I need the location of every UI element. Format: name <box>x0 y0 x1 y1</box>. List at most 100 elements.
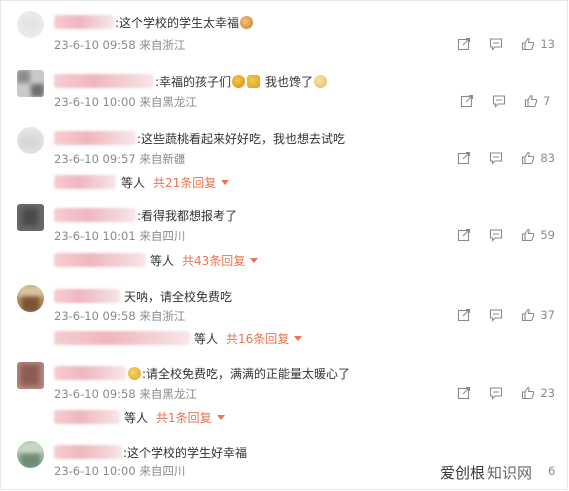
comment-icon[interactable] <box>489 37 503 51</box>
comment-line: 天呐，请全校免费吃 <box>54 287 232 305</box>
caret-down-icon[interactable] <box>216 414 225 420</box>
comment-line: :看得我都想报考了 <box>54 206 237 224</box>
avatar[interactable] <box>17 70 44 97</box>
comment-icon[interactable] <box>489 386 503 400</box>
like-count: 7 <box>543 94 551 108</box>
avatar[interactable] <box>17 285 44 312</box>
avatar[interactable] <box>17 204 44 231</box>
comment-line: :请全校免费吃，满满的正能量太暖心了 <box>54 364 350 382</box>
like-icon[interactable] <box>524 94 538 108</box>
expand-replies-link[interactable]: 共43条回复 <box>182 252 245 269</box>
share-icon[interactable] <box>460 94 474 108</box>
caret-down-icon[interactable] <box>294 335 303 341</box>
comment-time: 23-6-10 09:58 <box>54 387 136 401</box>
emoji-icon <box>232 74 246 88</box>
watermark: 爱创根 知识网 <box>440 460 532 484</box>
like-icon[interactable] <box>521 151 535 165</box>
like-icon[interactable] <box>521 228 535 242</box>
like-icon[interactable] <box>521 386 535 400</box>
comment-icon[interactable] <box>489 308 503 322</box>
comment-actions: 13 <box>439 37 555 51</box>
username-blurred[interactable] <box>54 74 154 88</box>
emoji-icon <box>128 366 141 380</box>
comment-meta: 23-6-10 09:58 来自浙江 <box>54 37 185 53</box>
username-blurred[interactable] <box>54 445 122 459</box>
reply-users-blurred[interactable] <box>54 410 120 424</box>
reply-summary: 等人 共16条回复 <box>54 328 303 348</box>
comment-icon[interactable] <box>489 151 503 165</box>
like-icon[interactable] <box>521 308 535 322</box>
comment-time: 23-6-10 10:01 <box>54 229 136 243</box>
comment-source: 来自四川 <box>139 464 186 478</box>
comment-source: 来自四川 <box>139 229 186 243</box>
comment-time: 23-6-10 09:58 <box>54 309 136 323</box>
comment-text: :这些蔬桃看起来好好吃，我也想去试吃 <box>137 131 346 146</box>
comment-text: :这个学校的学生好幸福 <box>123 445 248 460</box>
expand-replies-link[interactable]: 共1条回复 <box>156 409 212 426</box>
reply-summary: 等人 共1条回复 <box>54 407 225 427</box>
username-blurred[interactable] <box>54 208 136 222</box>
username-blurred[interactable] <box>54 131 136 145</box>
watermark-text: 爱创根 <box>440 463 486 482</box>
expand-replies-link[interactable]: 共21条回复 <box>153 174 216 191</box>
reply-people: 等人 <box>124 410 149 425</box>
username-blurred[interactable] <box>54 15 114 29</box>
emoji-icon <box>240 15 254 29</box>
like-count: 59 <box>540 228 555 242</box>
share-icon[interactable] <box>457 308 471 322</box>
emoji-icon <box>314 74 328 88</box>
comment-text: :请全校免费吃，满满的正能量太暖心了 <box>142 366 351 381</box>
comment-text: 天呐，请全校免费吃 <box>124 289 233 304</box>
comment-line: :这些蔬桃看起来好好吃，我也想去试吃 <box>54 129 345 147</box>
comment-meta: 23-6-10 10:01 来自四川 <box>54 228 185 244</box>
comment-line: :这个学校的学生好幸福 <box>54 443 247 461</box>
caret-down-icon[interactable] <box>250 257 259 263</box>
like-icon[interactable] <box>521 37 535 51</box>
reply-summary: 等人 共21条回复 <box>54 172 230 192</box>
comment-icon[interactable] <box>489 228 503 242</box>
comment-time: 23-6-10 10:00 <box>54 464 136 478</box>
share-icon[interactable] <box>457 386 471 400</box>
reply-users-blurred[interactable] <box>54 175 116 189</box>
comment-actions: 37 <box>439 308 555 322</box>
comment-time: 23-6-10 09:58 <box>54 38 136 52</box>
comment-text: :看得我都想报考了 <box>137 208 238 223</box>
avatar[interactable] <box>17 127 44 154</box>
comment-actions: 83 <box>439 151 555 165</box>
comment-source: 来自黑龙江 <box>139 95 197 109</box>
avatar[interactable] <box>17 362 44 389</box>
comment-text: :幸福的孩子们 <box>155 74 232 89</box>
share-icon[interactable] <box>457 151 471 165</box>
username-blurred[interactable] <box>54 289 120 303</box>
reply-users-blurred[interactable] <box>54 331 190 345</box>
username-blurred[interactable] <box>54 366 126 380</box>
like-count: 13 <box>540 37 555 51</box>
expand-replies-link[interactable]: 共16条回复 <box>226 330 289 347</box>
comment-text: :这个学校的学生太幸福 <box>115 15 240 30</box>
reply-users-blurred[interactable] <box>54 253 146 267</box>
reply-people: 等人 <box>150 253 175 268</box>
emoji-icon <box>247 74 261 88</box>
reply-summary: 等人 共43条回复 <box>54 250 259 270</box>
caret-down-icon[interactable] <box>221 179 230 185</box>
reply-people: 等人 <box>121 175 146 190</box>
comment-icon[interactable] <box>492 94 506 108</box>
share-icon[interactable] <box>457 228 471 242</box>
comment-actions: 23 <box>439 386 555 400</box>
comment-actions: 59 <box>439 228 555 242</box>
comment-meta: 23-6-10 09:57 来自新疆 <box>54 151 185 167</box>
like-count: 83 <box>540 151 555 165</box>
avatar[interactable] <box>17 441 44 468</box>
comment-meta: 23-6-10 10:00 来自黑龙江 <box>54 94 197 110</box>
like-count: 37 <box>540 308 555 322</box>
avatar[interactable] <box>17 11 44 38</box>
comment-meta: 23-6-10 09:58 来自浙江 <box>54 308 185 324</box>
comment-meta: 23-6-10 09:58 来自黑龙江 <box>54 386 197 402</box>
comment-source: 来自浙江 <box>139 309 186 323</box>
like-count: 23 <box>540 386 555 400</box>
comment-actions: 7 <box>442 94 555 108</box>
comment-line: :幸福的孩子们 我也馋了 <box>54 72 328 90</box>
share-icon[interactable] <box>457 37 471 51</box>
comment-source: 来自浙江 <box>139 38 186 52</box>
comment-time: 23-6-10 09:57 <box>54 152 136 166</box>
